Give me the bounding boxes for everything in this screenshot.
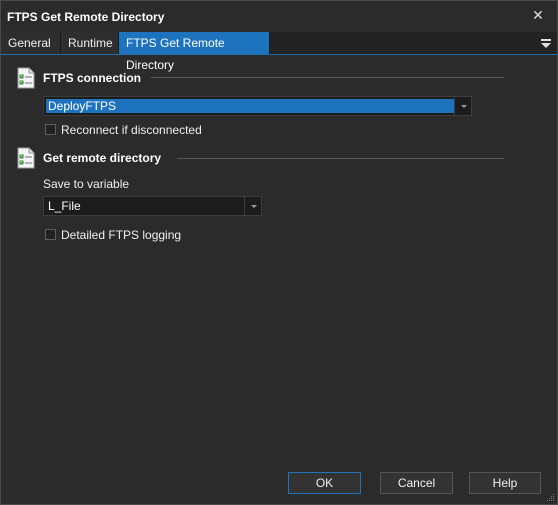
cancel-button[interactable]: Cancel	[380, 472, 453, 494]
detailed-logging-checkbox-row[interactable]: Detailed FTPS logging	[45, 228, 245, 242]
menu-dropdown-icon[interactable]	[541, 36, 551, 50]
section-title-get-remote-directory: Get remote directory	[43, 151, 162, 165]
detailed-logging-checkbox[interactable]	[45, 229, 56, 240]
checklist-document-icon	[17, 67, 35, 89]
tab-runtime[interactable]: Runtime	[61, 32, 119, 54]
reconnect-checkbox[interactable]	[45, 124, 56, 135]
ftps-connection-dropdown[interactable]: DeployFTPS	[43, 96, 472, 116]
window-title: FTPS Get Remote Directory	[7, 10, 165, 24]
tab-general[interactable]: General	[1, 32, 61, 54]
chevron-down-icon[interactable]	[244, 197, 261, 215]
save-to-variable-dropdown[interactable]: L_File	[43, 196, 262, 216]
ok-button[interactable]: OK	[288, 472, 361, 494]
detailed-logging-label: Detailed FTPS logging	[61, 228, 182, 242]
dialog-window: FTPS Get Remote Directory ✕ General Runt…	[0, 0, 558, 505]
checklist-document-icon	[17, 147, 35, 169]
help-button[interactable]: Help	[469, 472, 541, 494]
section-title-ftps-connection: FTPS connection	[43, 71, 142, 85]
section-divider	[151, 77, 504, 78]
ftps-connection-value: DeployFTPS	[46, 99, 455, 113]
save-to-variable-label: Save to variable	[43, 177, 130, 191]
reconnect-label: Reconnect if disconnected	[61, 123, 202, 137]
tab-bar: General Runtime FTPS Get Remote Director…	[1, 32, 557, 72]
close-icon[interactable]: ✕	[529, 6, 547, 24]
chevron-down-icon[interactable]	[454, 97, 471, 115]
reconnect-checkbox-row[interactable]: Reconnect if disconnected	[45, 123, 245, 137]
save-to-variable-value: L_File	[48, 199, 81, 213]
section-divider	[177, 158, 504, 159]
tab-ftps-get-remote-directory[interactable]: FTPS Get Remote Directory	[119, 32, 270, 72]
title-bar: FTPS Get Remote Directory ✕	[1, 1, 557, 32]
resize-grip-icon[interactable]	[545, 492, 555, 502]
